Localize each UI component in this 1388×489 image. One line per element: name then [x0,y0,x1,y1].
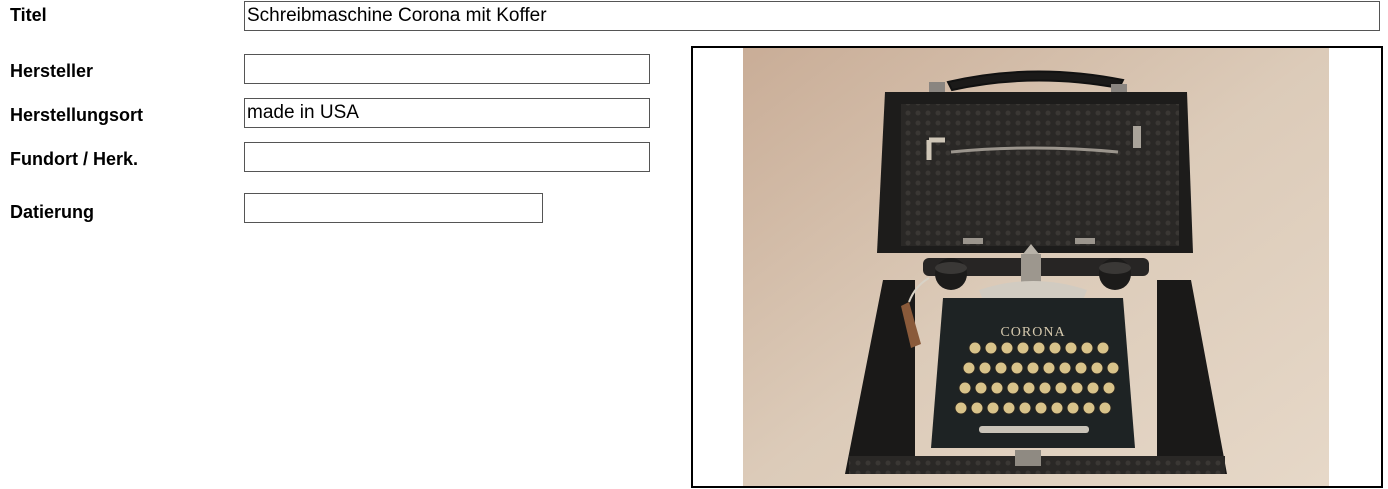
dating-field[interactable] [244,193,543,223]
typewriter-brand: CORONA [1000,325,1065,340]
typewriter-spacebar [979,426,1089,433]
manufacturer-field[interactable] [244,54,650,84]
place-of-manufacture-label: Herstellungsort [10,105,144,125]
object-photo-frame: CORONA [691,46,1383,488]
findspot-origin-field[interactable] [244,142,650,172]
title-label: Titel [10,5,47,25]
title-field[interactable] [244,1,1380,31]
findspot-origin-label: Fundort / Herk. [10,149,139,169]
place-of-manufacture-field[interactable] [244,98,650,128]
dating-label: Datierung [10,202,95,222]
object-photo: CORONA [743,48,1329,486]
manufacturer-label: Hersteller [10,61,94,81]
